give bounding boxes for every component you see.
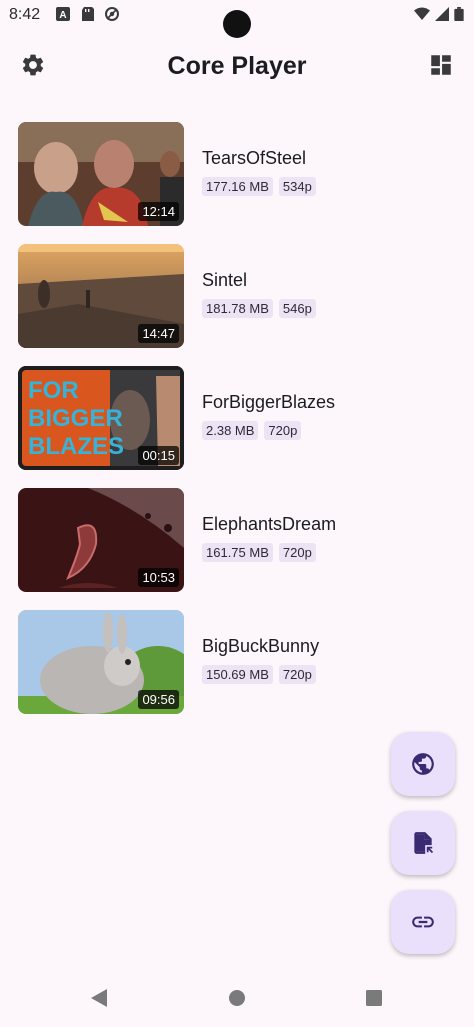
video-thumbnail: FOR BIGGER BLAZES 00:15 xyxy=(18,366,184,470)
video-item-for-bigger-blazes[interactable]: FOR BIGGER BLAZES 00:15 ForBiggerBlazes … xyxy=(18,366,458,470)
thumbnail-logo-bigger: BIGGER xyxy=(28,405,123,432)
video-item-tears-of-steel[interactable]: 12:14 TearsOfSteel 177.16 MB 534p xyxy=(18,122,458,226)
file-size-chip: 2.38 MB xyxy=(202,421,259,440)
file-size-chip: 181.78 MB xyxy=(202,299,273,318)
camera-cutout xyxy=(223,10,251,38)
link-icon xyxy=(412,916,434,928)
thumbnail-logo-for: FOR xyxy=(28,377,79,404)
file-size-chip: 150.69 MB xyxy=(202,665,273,684)
layout-toggle-button[interactable] xyxy=(424,48,458,82)
duration-badge: 14:47 xyxy=(138,324,179,343)
thumbnail-logo-blazes: BLAZES xyxy=(28,433,124,460)
resolution-chip: 720p xyxy=(278,543,316,562)
file-size-chip: 177.16 MB xyxy=(202,177,273,196)
video-meta: 181.78 MB 546p xyxy=(202,299,316,318)
video-meta: 2.38 MB 720p xyxy=(202,421,302,440)
wifi-icon xyxy=(414,7,430,20)
video-meta: 150.69 MB 720p xyxy=(202,665,316,684)
resolution-chip: 720p xyxy=(278,665,316,684)
open-url-button[interactable] xyxy=(391,890,455,954)
svg-text:A: A xyxy=(59,10,66,21)
dashboard-icon xyxy=(431,55,451,75)
video-item-elephants-dream[interactable]: 10:53 ElephantsDream 161.75 MB 720p xyxy=(18,488,458,592)
duration-badge: 10:53 xyxy=(138,568,179,587)
open-network-stream-button[interactable] xyxy=(391,732,455,796)
resolution-chip: 534p xyxy=(278,177,316,196)
font-icon: A xyxy=(56,7,70,21)
video-thumbnail: 10:53 xyxy=(18,488,184,592)
video-meta: 161.75 MB 720p xyxy=(202,543,316,562)
battery-icon xyxy=(454,7,464,21)
sd-card-icon xyxy=(82,7,94,21)
page-title: Core Player xyxy=(167,52,307,80)
resolution-chip: 720p xyxy=(264,421,302,440)
video-thumbnail: 14:47 xyxy=(18,244,184,348)
video-title: ElephantsDream xyxy=(202,514,337,534)
duration-badge: 00:15 xyxy=(138,446,179,465)
video-meta: 177.16 MB 534p xyxy=(202,177,316,196)
open-local-file-button[interactable] xyxy=(391,811,455,875)
system-navigation-bar xyxy=(0,978,474,1022)
signal-icon xyxy=(435,7,449,21)
status-time: 8:42 xyxy=(9,6,41,23)
globe-icon xyxy=(412,753,434,775)
video-title: Sintel xyxy=(202,270,248,290)
video-thumbnail: 12:14 xyxy=(18,122,184,226)
video-thumbnail: 09:56 xyxy=(18,610,184,714)
recents-icon[interactable] xyxy=(365,988,383,1008)
back-icon[interactable] xyxy=(90,988,108,1008)
file-open-icon xyxy=(414,832,434,854)
duration-badge: 09:56 xyxy=(138,690,179,709)
video-title: ForBiggerBlazes xyxy=(202,392,336,412)
video-item-sintel[interactable]: 14:47 Sintel 181.78 MB 546p xyxy=(18,244,458,348)
video-item-big-buck-bunny[interactable]: 09:56 BigBuckBunny 150.69 MB 720p xyxy=(18,610,458,714)
top-app-bar: Core Player xyxy=(0,40,474,92)
video-title: TearsOfSteel xyxy=(202,148,307,168)
home-icon[interactable] xyxy=(228,988,246,1008)
video-title: BigBuckBunny xyxy=(202,636,320,656)
status-bar: 8:42 A xyxy=(0,0,474,38)
file-size-chip: 161.75 MB xyxy=(202,543,273,562)
vpn-icon xyxy=(105,7,119,21)
resolution-chip: 546p xyxy=(278,299,316,318)
duration-badge: 12:14 xyxy=(138,202,179,221)
